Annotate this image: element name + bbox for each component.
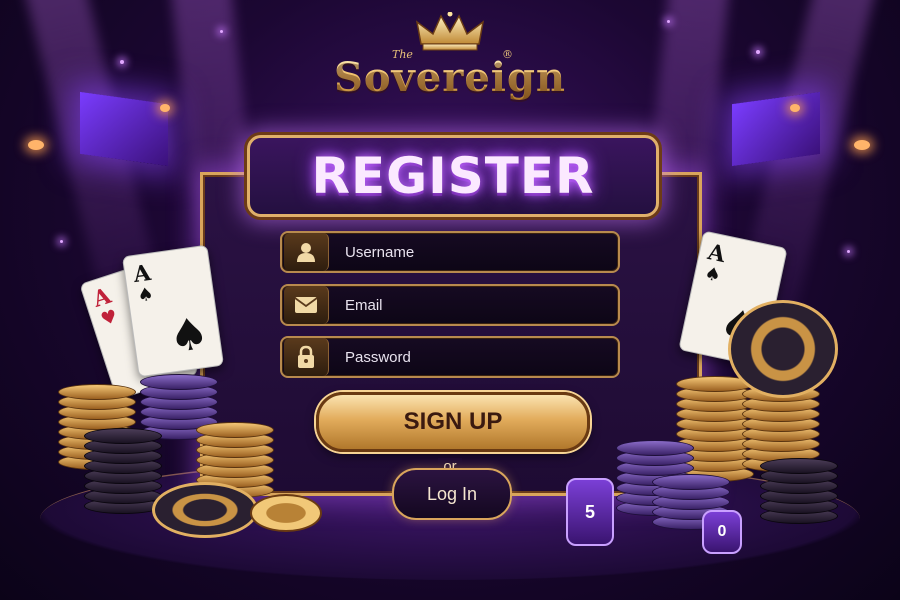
envelope-icon [284,286,329,324]
card-suit: ♠ [136,283,156,307]
poker-chip [250,494,322,532]
logo-prefix: The [392,48,413,61]
card-suit: ♠ [702,262,723,287]
glowing-screen [80,91,168,167]
card-suit-large: ♠ [165,307,212,364]
lock-icon [284,338,329,376]
playing-card: A ♠ ♠ [121,244,225,378]
password-field[interactable] [280,336,620,378]
poker-chip [616,440,694,456]
game-logo: Sovereign [0,12,900,101]
glowing-screen [732,91,820,167]
poker-chip [652,474,730,490]
poker-chip: 5 [566,478,614,546]
light-glow [854,140,870,150]
username-field[interactable] [280,231,620,273]
poker-chip [760,458,838,474]
light-glow [160,104,170,112]
sign-up-label: SIGN UP [403,408,503,435]
username-input[interactable] [343,242,618,262]
poker-chip [140,374,218,390]
email-input[interactable] [343,295,618,315]
page-title: REGISTER [311,147,595,205]
log-in-label: Log In [426,483,478,504]
sparkle [847,250,850,253]
logo-registered-mark: ® [502,48,513,61]
chip-label: 0 [717,523,727,540]
sparkle [60,240,63,243]
light-glow [28,140,44,150]
light-glow [790,104,800,112]
poker-chip [84,428,162,444]
poker-chip [728,300,838,398]
poker-chip [152,482,258,538]
chip-label: 5 [584,501,595,522]
crown-icon [415,12,485,51]
password-input[interactable] [343,347,618,367]
email-field[interactable] [280,284,620,326]
user-icon [284,233,329,271]
poker-chip [196,422,274,438]
poker-chip: 0 [702,510,742,554]
poker-chip [58,384,136,400]
card-suit: ♥ [98,305,121,331]
sign-up-button[interactable]: SIGN UP [316,392,590,452]
log-in-button[interactable]: Log In [392,468,512,520]
title-plate: REGISTER [247,135,659,217]
logo-wordmark: Sovereign [0,54,900,101]
